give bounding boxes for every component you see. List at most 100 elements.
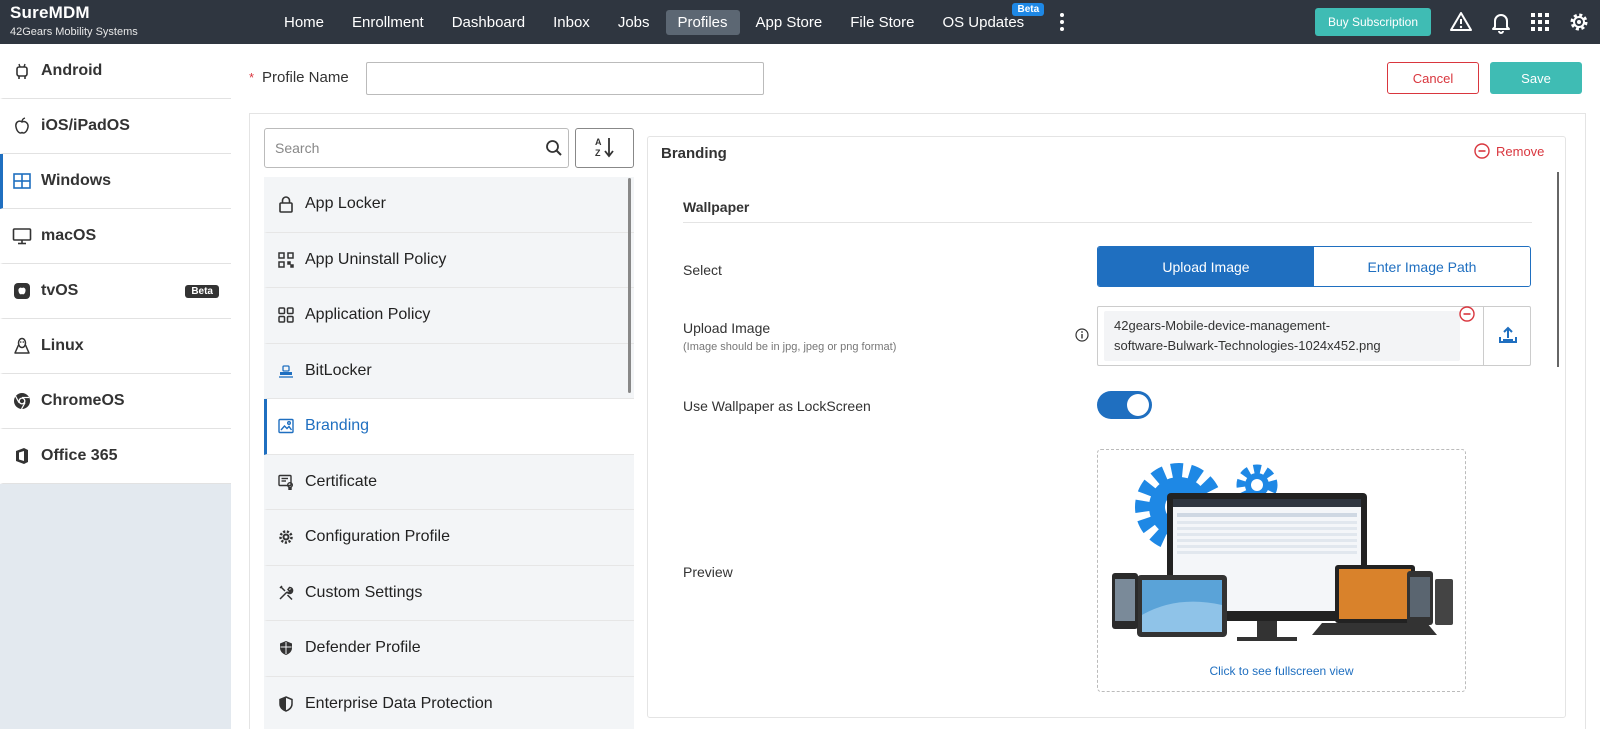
policy-item-defender-profile[interactable]: Defender Profile (264, 621, 634, 677)
profile-name-input[interactable] (366, 62, 764, 95)
remove-icon (1474, 143, 1490, 159)
warning-icon[interactable] (1449, 10, 1473, 34)
upload-image-hint: (Image should be in jpg, jpeg or png for… (683, 341, 897, 353)
wallpaper-preview-image[interactable] (1107, 455, 1457, 655)
brand[interactable]: SureMDM 42Gears Mobility Systems (10, 3, 138, 38)
brand-title: SureMDM (10, 3, 90, 22)
config-title: Branding (661, 145, 727, 162)
tvos-icon (11, 280, 33, 302)
nav-home[interactable]: Home (272, 10, 336, 35)
sort-az-icon: AZ (594, 135, 616, 162)
shield-half-icon (277, 695, 295, 713)
remove-button[interactable]: Remove (1474, 143, 1544, 159)
file-name-line2: software-Bulwark-Technologies-1024x452.p… (1114, 338, 1381, 353)
policy-item-bitlocker[interactable]: BitLocker (264, 343, 634, 399)
policy-search-input[interactable] (264, 128, 569, 168)
policy-item-branding[interactable]: Branding (264, 399, 634, 455)
bitlocker-icon (277, 362, 295, 380)
nav-enrollment[interactable]: Enrollment (340, 10, 436, 35)
shield-icon (277, 639, 295, 657)
os-item-linux[interactable]: Linux (0, 319, 231, 374)
svg-text:A: A (595, 137, 602, 147)
info-icon[interactable] (1075, 328, 1089, 342)
lockscreen-toggle[interactable] (1097, 391, 1152, 419)
policy-item-application-policy[interactable]: Application Policy (264, 288, 634, 344)
policy-item-label: Application Policy (305, 306, 431, 324)
policy-item-certificate[interactable]: Certificate (264, 454, 634, 510)
upload-image-option[interactable]: Upload Image (1098, 247, 1314, 286)
gear-icon[interactable] (1567, 10, 1591, 34)
nav-os-updates-label: OS Updates (942, 13, 1025, 31)
os-item-label: macOS (41, 227, 97, 244)
os-item-label: iOS/iPadOS (41, 117, 130, 134)
os-item-windows[interactable]: Windows (0, 154, 231, 209)
policy-item-configuration-profile[interactable]: Configuration Profile (264, 510, 634, 566)
nav-app-store[interactable]: App Store (744, 10, 835, 35)
tools-icon (277, 584, 295, 602)
nav-inbox[interactable]: Inbox (541, 10, 602, 35)
linux-icon (11, 335, 33, 357)
monitor-icon (11, 225, 33, 247)
windows-icon (11, 170, 33, 192)
cancel-button[interactable]: Cancel (1387, 62, 1479, 94)
policy-item-label: Branding (305, 417, 370, 435)
nav-file-store[interactable]: File Store (838, 10, 926, 35)
android-icon (11, 60, 33, 82)
os-item-label: Office 365 (41, 447, 118, 464)
fullscreen-view-link[interactable]: Click to see fullscreen view (1097, 664, 1466, 678)
qr-icon (277, 251, 295, 269)
apps-grid-icon[interactable] (1528, 10, 1552, 34)
bell-icon[interactable] (1489, 10, 1513, 34)
policy-item-label: Certificate (305, 472, 378, 490)
sort-button[interactable]: AZ (575, 128, 634, 168)
beta-badge: Beta (1012, 2, 1045, 16)
buy-subscription-button[interactable]: Buy Subscription (1315, 8, 1431, 36)
nav-profiles[interactable]: Profiles (665, 9, 740, 35)
os-item-ios[interactable]: iOS/iPadOS (0, 99, 231, 154)
policy-list-scrollbar[interactable] (628, 178, 631, 393)
enter-image-path-option[interactable]: Enter Image Path (1314, 247, 1530, 286)
preview-label: Preview (683, 564, 733, 580)
policy-item-label: Defender Profile (305, 639, 421, 657)
os-item-chromeos[interactable]: ChromeOS (0, 374, 231, 429)
os-item-android[interactable]: Android (0, 44, 231, 99)
policy-item-label: Custom Settings (305, 583, 423, 601)
cog-icon (277, 528, 295, 546)
apple-icon (11, 115, 33, 137)
office-icon (11, 445, 33, 467)
remove-file-icon[interactable] (1459, 306, 1475, 322)
image-source-segmented-control: Upload Image Enter Image Path (1097, 246, 1531, 287)
upload-icon (1497, 324, 1519, 349)
os-item-label: Linux (41, 337, 84, 354)
policy-list: App Locker App Uninstall Policy Applicat… (264, 177, 634, 729)
policy-item-label: App Locker (305, 195, 386, 213)
policy-item-app-locker[interactable]: App Locker (264, 177, 634, 233)
certificate-icon (277, 473, 295, 491)
apps-icon (277, 306, 295, 324)
search-icon[interactable] (545, 139, 563, 157)
nav-os-updates[interactable]: OS Updates Beta (930, 2, 1045, 35)
save-button[interactable]: Save (1490, 62, 1582, 94)
chrome-icon (11, 390, 33, 412)
nav-jobs[interactable]: Jobs (606, 10, 662, 35)
select-label: Select (683, 262, 722, 278)
policy-item-enterprise-data-protection[interactable]: Enterprise Data Protection (264, 676, 634, 729)
config-scrollbar[interactable] (1557, 172, 1559, 367)
os-item-tvos[interactable]: tvOS Beta (0, 264, 231, 319)
policy-item-label: App Uninstall Policy (305, 250, 447, 268)
more-menu-icon[interactable] (1052, 13, 1072, 31)
lockscreen-label: Use Wallpaper as LockScreen (683, 398, 871, 414)
os-item-office365[interactable]: Office 365 (0, 429, 231, 484)
policy-item-label: Enterprise Data Protection (305, 694, 493, 712)
file-name-line1: 42gears-Mobile-device-management- (1114, 318, 1331, 333)
os-item-label: Android (41, 62, 103, 79)
policy-item-app-uninstall[interactable]: App Uninstall Policy (264, 232, 634, 288)
profile-name-label: Profile Name (262, 69, 349, 86)
os-item-macos[interactable]: macOS (0, 209, 231, 264)
nav-dashboard[interactable]: Dashboard (440, 10, 537, 35)
beta-badge: Beta (185, 284, 219, 298)
policy-item-custom-settings[interactable]: Custom Settings (264, 565, 634, 621)
top-bar: SureMDM 42Gears Mobility Systems Home En… (0, 0, 1600, 44)
upload-button[interactable] (1483, 306, 1531, 366)
required-mark: * (249, 70, 255, 85)
